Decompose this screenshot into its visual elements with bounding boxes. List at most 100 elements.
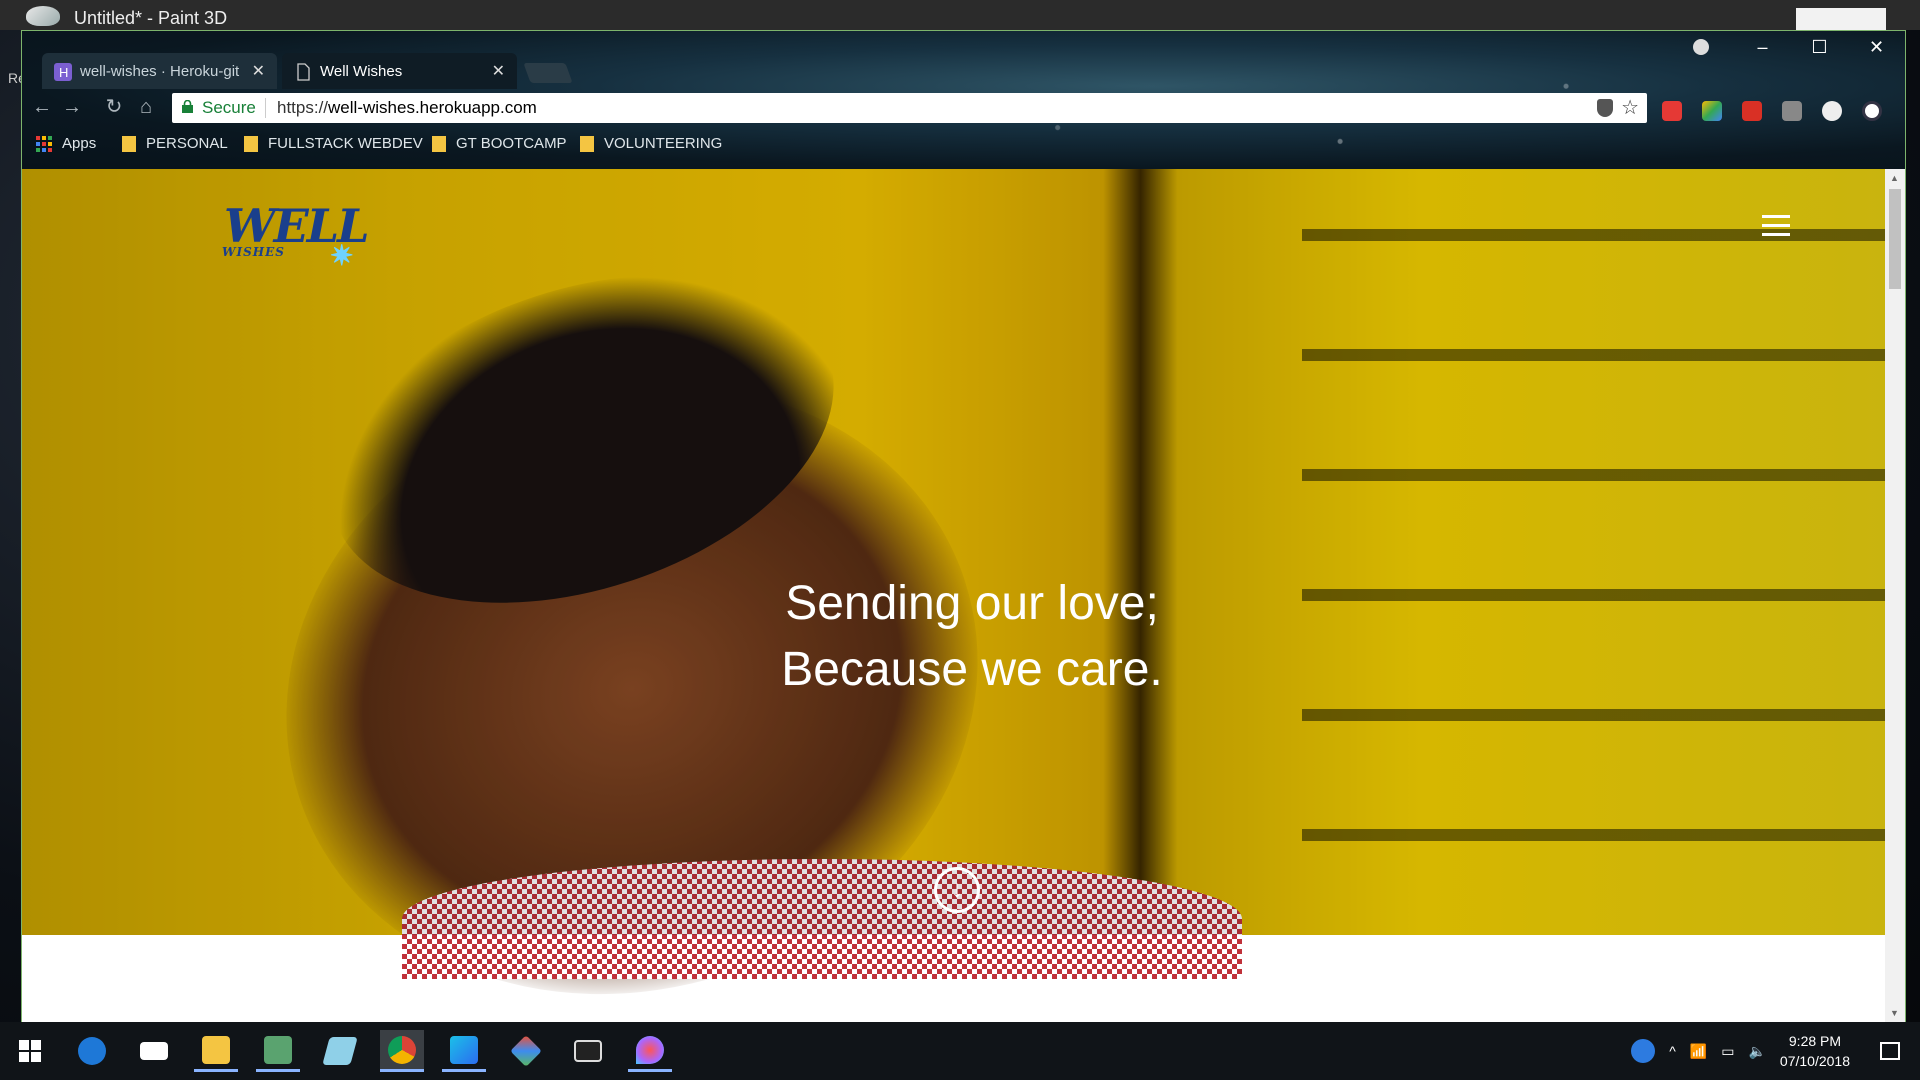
star-icon: ✷ [330,239,354,272]
url-host: well-wishes.herokuapp.com [328,98,537,117]
bookmark-label: Apps [62,135,97,152]
system-tray: ^ 📶 ▭ 🔈 9:28 PM 07/10/2018 [1631,1022,1900,1080]
hero-tagline: Sending our love; Because we care. [622,571,1322,703]
file-explorer-app[interactable] [194,1030,238,1072]
paint3d-window-edge [1796,8,1886,30]
tab-title: well-wishes · Heroku-git [80,63,240,80]
page-viewport: WELL WISHES ✷ Sending our love; Because … [22,169,1886,1022]
bookmark-personal[interactable]: PERSONAL [122,135,228,152]
paint-icon [322,1037,358,1065]
folder-icon [122,135,136,152]
hero-section: WELL WISHES ✷ Sending our love; Because … [22,169,1886,1022]
scrollbar-thumb[interactable] [1889,189,1901,289]
url-scheme: https:// [277,98,329,117]
chrome-frame: H well-wishes · Heroku-git ✕ Well Wishes… [22,31,1905,169]
logo-sub-text: WISHES [222,245,285,259]
chrome-window: H well-wishes · Heroku-git ✕ Well Wishes… [21,30,1906,1022]
battery-icon[interactable]: ▭ [1721,1043,1734,1060]
tab-heroku-git[interactable]: H well-wishes · Heroku-git ✕ [42,53,277,89]
paint3d-icon [636,1035,664,1064]
volume-icon[interactable]: 🔈 [1748,1043,1765,1060]
minimize-icon[interactable]: – [1734,31,1791,63]
chevron-up-icon[interactable]: ^ [1669,1043,1676,1059]
mail-app[interactable] [132,1030,176,1072]
circle-extension-icon[interactable] [1822,101,1842,121]
hamburger-menu-icon[interactable] [1762,215,1790,237]
windows-logo-icon [19,1040,41,1062]
lock-icon [182,100,193,113]
wifi-icon[interactable]: 📶 [1690,1043,1707,1060]
forward-arrow-icon[interactable]: → [60,95,84,119]
clock-time: 9:28 PM [1788,1033,1842,1049]
secure-label: Secure [202,98,256,117]
webstorm-app[interactable] [442,1030,486,1072]
profile-icon[interactable] [1693,39,1709,55]
blocker-extension-icon[interactable] [1862,101,1882,121]
hero-overlay [22,169,1886,935]
site-logo[interactable]: WELL WISHES ✷ [218,199,369,279]
home-icon[interactable]: ⌂ [134,95,158,119]
new-tab-button[interactable] [523,63,573,83]
paint-3d-app[interactable] [318,1030,362,1072]
scroll-down-icon[interactable]: ↓ [934,867,980,913]
edge-app[interactable] [70,1030,114,1072]
omnibox-separator [265,98,266,118]
window-controls: – ☐ ✕ [1734,31,1905,63]
close-icon[interactable]: ✕ [492,61,505,81]
chrome-app[interactable] [380,1030,424,1072]
bookmarks-bar: Apps PERSONAL FULLSTACK WEBDEV GT BOOTCA… [22,129,1905,159]
paint3d-title: Untitled* - Paint 3D [74,8,228,28]
start-button[interactable] [8,1030,52,1072]
bookmark-gt-bootcamp[interactable]: GT BOOTCAMP [432,135,567,152]
reload-icon[interactable]: ↻ [102,95,126,119]
address-bar[interactable]: Secure https://well-wishes.herokuapp.com… [172,93,1647,123]
bookmark-fullstack-webdev[interactable]: FULLSTACK WEBDEV [244,135,423,152]
folder-icon [580,135,594,152]
page-scrollbar[interactable]: ▲ ▼ [1885,169,1905,1022]
terminal-icon [574,1040,602,1062]
folder-icon [202,1035,230,1064]
paint-3d-taskbar-app[interactable] [628,1030,672,1072]
terminal-app[interactable] [566,1030,610,1072]
svg-text:H: H [59,65,68,80]
store-icon [264,1035,292,1064]
bookmark-apps[interactable]: Apps [36,135,96,152]
webstorm-icon [450,1035,478,1064]
bookmark-label: PERSONAL [146,135,228,152]
windows-taskbar: ^ 📶 ▭ 🔈 9:28 PM 07/10/2018 [0,1022,1920,1080]
mail-icon [140,1042,168,1060]
gmail-icon[interactable] [1742,101,1762,121]
tab-title: Well Wishes [320,63,403,80]
close-icon[interactable]: ✕ [252,61,265,81]
browser-toolbar: ← → ↻ ⌂ Secure https://well-wishes.herok… [22,89,1905,125]
bookmark-label: VOLUNTEERING [604,135,723,152]
shield-icon[interactable] [1597,99,1613,117]
maximize-icon[interactable]: ☐ [1791,31,1848,63]
folder-icon [244,135,258,152]
google-drive-icon[interactable] [1702,101,1722,121]
heroku-icon: H [54,63,72,81]
folder-icon [432,135,446,152]
apps-grid-icon [36,135,52,152]
video-extension-icon[interactable] [1662,101,1682,121]
clock[interactable]: 9:28 PM 07/10/2018 [1780,1031,1850,1071]
bookmark-label: GT BOOTCAMP [456,135,567,152]
edge-icon [78,1037,106,1065]
tab-well-wishes[interactable]: Well Wishes ✕ [282,53,517,89]
clock-date: 07/10/2018 [1779,1053,1850,1069]
git-app[interactable] [504,1030,548,1072]
scroll-down-arrow-icon[interactable]: ▼ [1890,1008,1899,1018]
extension-icon[interactable] [1782,101,1802,121]
url-text[interactable]: https://well-wishes.herokuapp.com [277,98,537,118]
notification-icon[interactable] [1880,1042,1900,1060]
close-window-icon[interactable]: ✕ [1848,31,1905,63]
bookmark-star-icon[interactable]: ☆ [1621,95,1639,120]
store-badge-app[interactable] [256,1030,300,1072]
bookmark-volunteering[interactable]: VOLUNTEERING [580,135,722,152]
bookmark-label: FULLSTACK WEBDEV [268,135,423,152]
page-icon [297,63,310,81]
help-icon[interactable] [1631,1039,1656,1063]
chrome-icon [388,1035,416,1064]
back-arrow-icon[interactable]: ← [30,95,54,119]
scroll-up-arrow-icon[interactable]: ▲ [1890,173,1899,183]
